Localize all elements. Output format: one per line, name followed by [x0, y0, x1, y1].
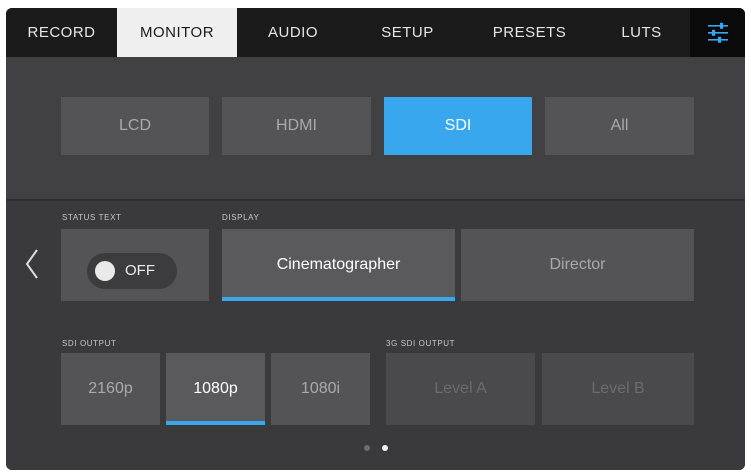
sdi-output-2160p-button[interactable]: 2160p: [61, 353, 160, 425]
chevron-left-icon: [25, 249, 38, 279]
output-sdi-button[interactable]: SDI: [384, 97, 532, 155]
output-hdmi-button[interactable]: HDMI: [222, 97, 371, 155]
tab-luts[interactable]: LUTS: [593, 8, 690, 57]
selected-underline: [222, 297, 455, 301]
sdi-output-label: SDI OUTPUT: [62, 339, 117, 348]
previous-page-button[interactable]: [24, 247, 40, 286]
monitor-settings-screen: RECORD MONITOR AUDIO SETUP PRESETS LUTS …: [6, 8, 745, 470]
toggle-knob: [95, 261, 115, 281]
tab-record[interactable]: RECORD: [6, 8, 117, 57]
status-text-toggle[interactable]: OFF: [87, 253, 177, 289]
settings-button[interactable]: [690, 8, 745, 57]
sdi-output-1080i-button[interactable]: 1080i: [271, 353, 370, 425]
display-label: DISPLAY: [222, 213, 260, 222]
display-director-button[interactable]: Director: [461, 229, 694, 301]
3g-sdi-output-label: 3G SDI OUTPUT: [386, 339, 456, 348]
tab-monitor[interactable]: MONITOR: [117, 8, 237, 57]
page-dot-2[interactable]: [382, 445, 388, 451]
output-lcd-button[interactable]: LCD: [61, 97, 209, 155]
status-text-label: STATUS TEXT: [62, 213, 122, 222]
tab-bar: RECORD MONITOR AUDIO SETUP PRESETS LUTS: [6, 8, 745, 57]
tab-presets[interactable]: PRESETS: [466, 8, 593, 57]
sdi-output-1080p-label: 1080p: [193, 380, 238, 397]
selected-underline: [166, 421, 265, 425]
display-cinematographer-label: Cinematographer: [276, 256, 401, 273]
output-all-button[interactable]: All: [545, 97, 694, 155]
output-selector: LCD HDMI SDI All: [6, 57, 745, 199]
sliders-icon: [707, 22, 728, 43]
sdi-output-1080p-button[interactable]: 1080p: [166, 353, 265, 425]
display-cinematographer-button[interactable]: Cinematographer: [222, 229, 455, 301]
tab-audio[interactable]: AUDIO: [237, 8, 349, 57]
3g-sdi-level-b-button[interactable]: Level B: [542, 353, 694, 425]
status-text-value: OFF: [125, 262, 155, 279]
tab-setup[interactable]: SETUP: [349, 8, 466, 57]
3g-sdi-level-a-button[interactable]: Level A: [386, 353, 535, 425]
page-dot-1[interactable]: [364, 445, 370, 451]
